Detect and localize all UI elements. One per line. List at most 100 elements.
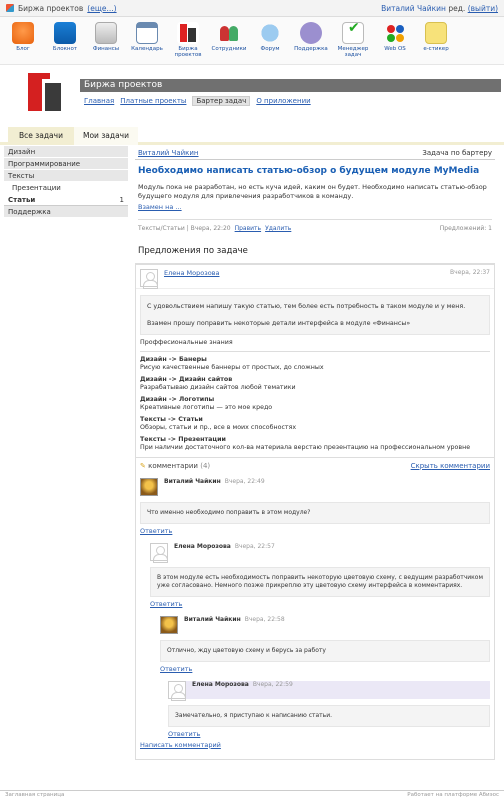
task-category-date: Тексты/Статьи | Вчера, 22:20 <box>138 225 231 232</box>
main-nav: Главная Платные проекты Бартер задач О п… <box>84 96 311 106</box>
reply-link[interactable]: Ответить <box>160 665 490 673</box>
skill-desc: Разрабатываю дизайн сайтов любой тематик… <box>140 384 296 391</box>
user-role: ред. <box>448 3 466 13</box>
comment: Елена Морозова Вчера, 22:57 В этом модуле… <box>150 542 490 608</box>
sidebar-item-articles[interactable]: Статьи 1 <box>4 194 128 206</box>
app-notepad[interactable]: Блокнот <box>45 22 85 52</box>
comment-text: В этом модуле есть необходимость поправи… <box>150 566 490 597</box>
skill-desc: Креативные логотипы — это мое кредо <box>140 404 273 411</box>
task-tabs: Все задачи Мои задачи <box>0 123 504 145</box>
nav-about[interactable]: О приложении <box>256 97 310 105</box>
app-support[interactable]: Поддержка <box>291 22 331 52</box>
staff-icon <box>218 22 240 44</box>
tab-my-tasks[interactable]: Мои задачи <box>74 127 138 145</box>
tab-all-tasks[interactable]: Все задачи <box>8 127 74 145</box>
edit-link[interactable]: Править <box>235 225 261 232</box>
app-calendar[interactable]: Календарь <box>127 22 167 52</box>
comment-text: Что именно необходимо поправить в этом м… <box>140 501 490 524</box>
app-finance[interactable]: Финансы <box>86 22 126 52</box>
sidebar-item-programming[interactable]: Программирование <box>4 158 128 170</box>
comments-section: ✎ комментарии (4) Скрыть комментарии Вит… <box>136 456 494 753</box>
platform-credit: Работает на платформе Абиэос <box>407 792 499 798</box>
comment: Елена Морозова Вчера, 22:59 Замечательно,… <box>168 680 490 738</box>
comment-text: Замечательно, я приступаю к написанию ст… <box>168 704 490 727</box>
app-tasks[interactable]: Менеджер задач <box>333 22 373 58</box>
reply-link[interactable]: Ответить <box>168 730 490 738</box>
app-switcher: Биржа проектов (еще...) <box>6 4 117 13</box>
task-type: Задача по бартеру <box>422 148 492 157</box>
tasks-icon <box>342 22 364 44</box>
skill-desc: Обзоры, статьи и пр., все в моих способн… <box>140 424 297 431</box>
skill-title: Дизайн -> Банеры <box>140 355 207 363</box>
offer-author-link[interactable]: Елена Морозова <box>164 269 220 277</box>
app-forum[interactable]: Форум <box>250 22 290 52</box>
avatar-placeholder-icon <box>168 680 186 701</box>
nav-barter[interactable]: Бартер задач <box>192 96 251 106</box>
finance-icon <box>95 22 117 44</box>
offers-count: Предложений: 1 <box>439 225 492 232</box>
skill-desc: Рисую качественные баннеры от простых, д… <box>140 364 324 371</box>
task-author-link[interactable]: Виталий Чайкин <box>138 149 199 157</box>
offer-message: С удовольствием напишу такую статью, тем… <box>140 295 490 335</box>
skill-title: Дизайн -> Логотипы <box>140 395 215 403</box>
app-webos[interactable]: Web OS <box>375 22 415 52</box>
reply-link[interactable]: Ответить <box>140 527 490 535</box>
user-name[interactable]: Виталий Чайкин <box>381 4 446 13</box>
skill-title: Тексты -> Презентации <box>140 435 226 443</box>
skill-title: Дизайн -> Дизайн сайтов <box>140 375 233 383</box>
page-title: Биржа проектов <box>80 79 501 92</box>
offer-card: Елена Морозова Вчера, 22:37 С удовольств… <box>135 263 495 760</box>
sidebar-item-presentations[interactable]: Презентации <box>4 182 128 194</box>
more-apps-link[interactable]: (еще...) <box>87 4 116 13</box>
category-sidebar: Дизайн Программирование Тексты Презентац… <box>4 146 128 218</box>
forum-icon <box>259 22 281 44</box>
comment-text: Отлично, жду цветовую схему и берусь за … <box>160 639 490 662</box>
app-name: Биржа проектов <box>18 3 84 13</box>
app-logo-icon <box>6 4 14 12</box>
app-blog[interactable]: Блог <box>3 22 43 52</box>
offer-time: Вчера, 22:37 <box>450 269 490 276</box>
task-card: Необходимо написать статью-обзор о будущ… <box>135 160 495 236</box>
exchange-logo-icon <box>28 73 62 113</box>
task-description: Модуль пока не разработан, но есть куча … <box>138 183 487 200</box>
notepad-icon <box>54 22 76 44</box>
task-header: Виталий Чайкин Задача по бартеру <box>135 146 495 160</box>
hide-comments-link[interactable]: Скрыть комментарии <box>411 462 490 470</box>
sidebar-item-design[interactable]: Дизайн <box>4 146 128 158</box>
logout-link[interactable]: (выйти) <box>468 4 498 13</box>
avatar <box>160 615 178 634</box>
sidebar-item-label: Статьи <box>8 196 36 204</box>
task-title: Необходимо написать статью-обзор о будущ… <box>138 166 480 176</box>
support-icon <box>300 22 322 44</box>
delete-link[interactable]: Удалить <box>265 225 291 232</box>
write-comment-link[interactable]: Написать комментарий <box>140 741 490 749</box>
app-exchange[interactable]: Биржа проектов <box>168 22 208 58</box>
skill-title: Тексты -> Статьи <box>140 415 203 423</box>
sidebar-item-support[interactable]: Поддержка <box>4 206 128 218</box>
comments-header: ✎ комментарии (4) Скрыть комментарии <box>140 461 490 470</box>
comment: Виталий Чайкин Вчера, 22:58 Отлично, жду … <box>160 615 490 673</box>
offers-heading: Предложения по задаче <box>138 246 248 256</box>
task-reward-link[interactable]: Взамен на ... <box>138 203 492 211</box>
nav-home[interactable]: Главная <box>84 97 114 105</box>
top-bar: Биржа проектов (еще...) Виталий Чайкин р… <box>0 0 504 17</box>
exchange-icon <box>177 22 199 44</box>
sidebar-item-texts[interactable]: Тексты <box>4 170 128 182</box>
main-content: Виталий Чайкин Задача по бартеру Необход… <box>135 146 495 760</box>
task-meta: Тексты/Статьи | Вчера, 22:20 Править Удали… <box>138 219 492 232</box>
app-staff[interactable]: Сотрудники <box>209 22 249 52</box>
home-page-link[interactable]: Заглавная страница <box>5 792 64 799</box>
comment-icon: ✎ <box>140 461 146 470</box>
reply-link[interactable]: Ответить <box>150 600 490 608</box>
apps-bar: Блог Блокнот Финансы Календарь Биржа про… <box>0 17 504 65</box>
nav-paid-projects[interactable]: Платные проекты <box>120 97 186 105</box>
calendar-icon <box>136 22 158 44</box>
app-sticker[interactable]: e-стикер <box>416 22 456 52</box>
sticker-icon <box>425 22 447 44</box>
footer: Заглавная страница Работает на платформе… <box>0 790 504 800</box>
skills-list: Проффесиональные знания Дизайн -> Банеры… <box>136 339 494 453</box>
blog-icon <box>12 22 34 44</box>
skill-desc: При наличии достаточного кол-ва материал… <box>140 444 471 451</box>
sidebar-item-count: 1 <box>119 196 124 204</box>
avatar <box>140 477 158 496</box>
